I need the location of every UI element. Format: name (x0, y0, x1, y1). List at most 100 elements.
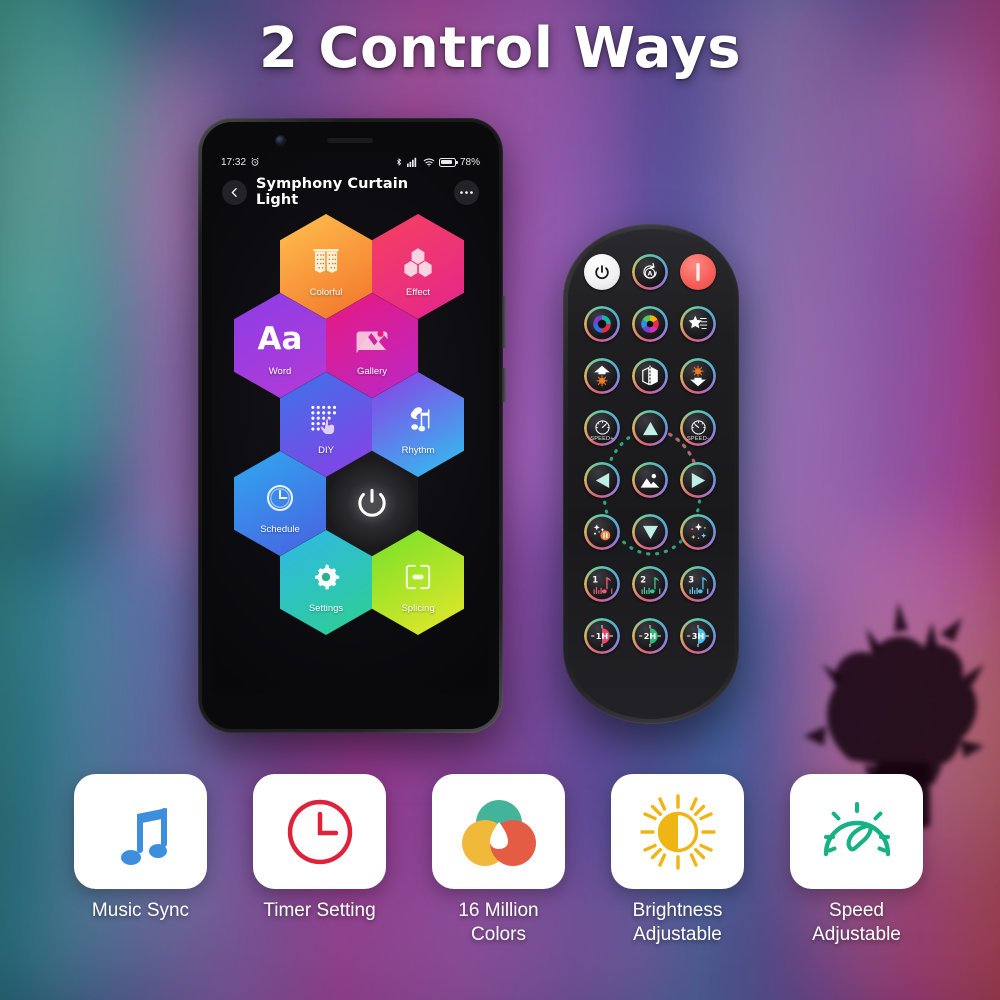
music-mode-1-button[interactable]: 1 (584, 566, 620, 602)
standby-button[interactable] (680, 254, 716, 290)
button-label: SPEED+ (590, 436, 614, 442)
app-bar: Symphony Curtain Light (212, 172, 489, 212)
phone-screen: 17:32 78% Symphony Curtain Light Colorfu… (212, 152, 489, 694)
ir-remote-control: A (563, 224, 739, 724)
power-button[interactable] (584, 254, 620, 290)
phone-power-button[interactable] (502, 368, 506, 402)
app-title: Symphony Curtain Light (256, 176, 409, 208)
button-ring (680, 618, 716, 654)
status-time: 17:32 (221, 156, 247, 168)
hex-label: Colorful (309, 286, 343, 298)
brightness-down-button[interactable] (680, 358, 716, 394)
hexagon-menu-grid: Colorful Effect Aa Word Gallery DIY Rhyt… (212, 214, 489, 694)
button-ring (584, 358, 620, 394)
feature-card-speed-adjustable[interactable]: Speed Adjustable (790, 774, 923, 947)
honeycomb-icon (402, 238, 434, 284)
timer-3h-button[interactable]: 3H (680, 618, 716, 654)
twinkle-button[interactable] (680, 514, 716, 550)
button-ring (632, 306, 668, 342)
hex-label: Rhythm (401, 444, 435, 456)
more-options-button[interactable] (454, 179, 479, 205)
button-ring (680, 462, 716, 498)
music-mode-2-button[interactable]: 2 (632, 566, 668, 602)
hex-label: Effect (405, 286, 431, 298)
earpiece-speaker (327, 138, 373, 143)
button-ring (632, 358, 668, 394)
button-ring (680, 306, 716, 342)
feature-row: Music Sync Timer Setting 16 Million Colo… (0, 774, 1000, 996)
feature-label: Speed Adjustable (812, 900, 901, 945)
battery-icon (438, 157, 458, 167)
timer-2h-button[interactable]: 2H (632, 618, 668, 654)
phone-volume-button[interactable] (502, 296, 506, 348)
button-ring (584, 306, 620, 342)
color-venn-icon (461, 799, 536, 866)
music-note-icon (402, 396, 434, 442)
bluetooth-icon (397, 158, 402, 166)
down-button[interactable] (632, 514, 668, 550)
text-aa-icon: Aa (257, 321, 303, 357)
button-ring (680, 358, 716, 394)
feature-tile (432, 774, 565, 889)
feature-label: 16 Million Colors (458, 900, 539, 945)
hex-label: Gallery (356, 365, 388, 377)
dot-matrix-touch-icon (309, 396, 343, 442)
button-ring (584, 462, 620, 498)
speed-up-button[interactable]: SPEED+ (584, 410, 620, 446)
button-ring (632, 618, 668, 654)
back-button[interactable] (222, 179, 247, 205)
button-ring (632, 566, 668, 602)
back-arrow-icon (231, 187, 237, 197)
button-ring (584, 514, 620, 550)
feature-tile (790, 774, 923, 889)
power-icon (354, 477, 390, 529)
cellular-signal-icon (406, 157, 417, 167)
speedometer-icon (823, 801, 890, 856)
button-ring (632, 462, 668, 498)
fade-button[interactable] (584, 514, 620, 550)
scene-button[interactable] (632, 462, 668, 498)
button-label: SPEED- (686, 436, 710, 442)
mirror-button[interactable] (632, 358, 668, 394)
color-palette-button[interactable] (632, 306, 668, 342)
meteor-button[interactable] (680, 306, 716, 342)
auto-button[interactable]: A (632, 254, 668, 290)
brightness-up-button[interactable] (584, 358, 620, 394)
left-button[interactable] (584, 462, 620, 498)
button-ring (680, 514, 716, 550)
smartphone-mockup: 17:32 78% Symphony Curtain Light Colorfu… (198, 118, 506, 733)
timer-1h-button[interactable]: 1H (584, 618, 620, 654)
feature-card-brightness-adjustable[interactable]: Brightness Adjustable (611, 774, 744, 947)
bar-icon (696, 263, 700, 281)
speed-down-button[interactable]: SPEED- (680, 410, 716, 446)
front-camera-icon (276, 136, 285, 145)
button-ring (680, 566, 716, 602)
color-wheel-button[interactable] (584, 306, 620, 342)
feature-card-music-sync[interactable]: Music Sync (74, 774, 207, 923)
music-mode-3-button[interactable]: 3 (680, 566, 716, 602)
up-button[interactable] (632, 410, 668, 446)
clock-icon (264, 475, 296, 521)
wifi-icon (423, 158, 435, 167)
alarm-clock-icon (251, 157, 259, 166)
hex-label: Schedule (260, 523, 300, 535)
splice-icon (402, 554, 434, 600)
feature-card-timer-setting[interactable]: Timer Setting (253, 774, 386, 923)
button-ring (632, 514, 668, 550)
image-icon (355, 317, 389, 363)
sun-half-icon (639, 793, 716, 870)
curtain-icon (309, 238, 343, 284)
button-ring (632, 410, 668, 446)
feature-tile (74, 774, 207, 889)
page-title: 2 Control Ways (258, 16, 742, 81)
feature-label: Music Sync (91, 900, 190, 921)
right-button[interactable] (680, 462, 716, 498)
feature-tile (611, 774, 744, 889)
music-note-icon (120, 807, 167, 865)
button-ring (584, 566, 620, 602)
hex-label: Splicing (401, 602, 435, 614)
feature-label: Brightness Adjustable (632, 900, 723, 945)
gear-icon (310, 554, 342, 600)
more-options-icon (460, 190, 473, 194)
feature-card-16-million-colors[interactable]: 16 Million Colors (432, 774, 565, 947)
